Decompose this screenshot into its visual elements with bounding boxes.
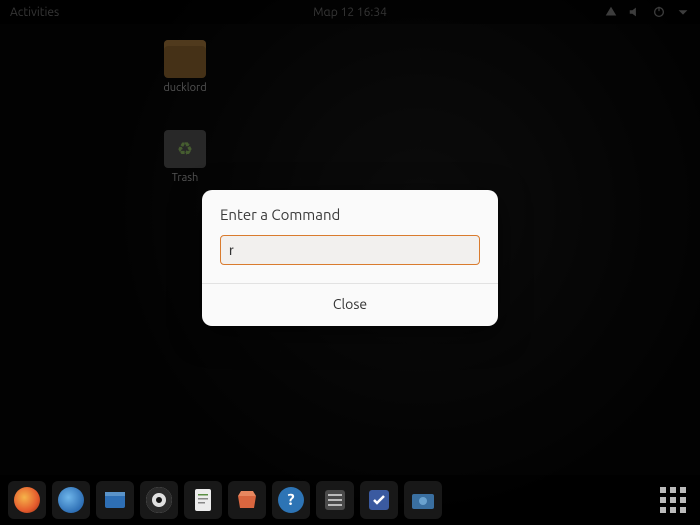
rhythmbox-icon[interactable]: [140, 481, 178, 519]
software-icon[interactable]: [228, 481, 266, 519]
thunderbird-icon[interactable]: [52, 481, 90, 519]
writer-icon[interactable]: [184, 481, 222, 519]
help-icon[interactable]: ?: [272, 481, 310, 519]
show-applications-button[interactable]: [654, 481, 692, 519]
dialog-title: Enter a Command: [220, 206, 480, 223]
settings-icon[interactable]: [316, 481, 354, 519]
todo-icon[interactable]: [360, 481, 398, 519]
dock: ?: [0, 475, 700, 525]
close-button[interactable]: Close: [202, 283, 498, 326]
run-command-dialog: Enter a Command Close: [202, 190, 498, 326]
firefox-icon[interactable]: [8, 481, 46, 519]
files-icon[interactable]: [96, 481, 134, 519]
command-input[interactable]: [220, 235, 480, 265]
screenshot-icon[interactable]: [404, 481, 442, 519]
